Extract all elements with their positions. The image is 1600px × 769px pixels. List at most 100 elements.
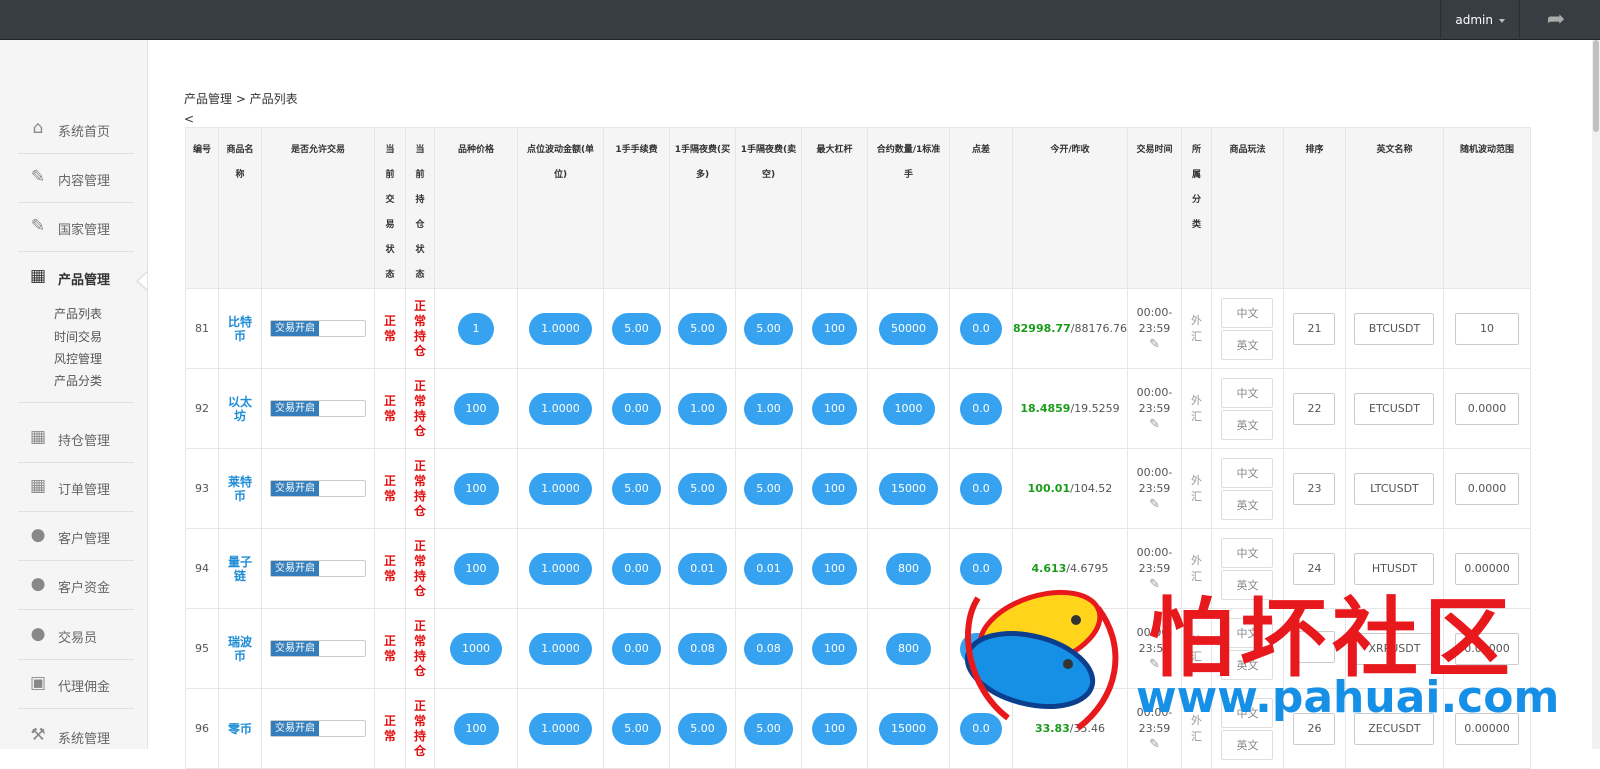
sidebar-item-funds[interactable]: ● 客户资金 [18,561,134,610]
buy-fee-pill[interactable]: 5.00 [678,472,727,505]
qty-pill[interactable]: 15000 [879,712,938,745]
subnav-risk[interactable]: 风控管理 [54,350,102,367]
price-pill[interactable]: 100 [453,472,499,505]
sell-fee-pill[interactable]: 5.00 [744,472,793,505]
move-pill[interactable]: 1.0000 [529,392,592,425]
sidebar-item-home[interactable]: ⌂ 系统首页 [18,105,134,154]
admin-user-menu[interactable]: admin [1440,0,1520,40]
spread-pill[interactable]: 0.0 [960,712,1002,745]
leverage-pill[interactable]: 100 [812,712,857,745]
pencil-icon[interactable]: ✎ [1128,497,1181,512]
product-name-link[interactable]: 比特币 [228,315,252,343]
trade-toggle[interactable]: 交易开启 [270,560,366,577]
fee-pill[interactable]: 0.00 [612,632,661,665]
qty-pill[interactable]: 1000 [882,392,935,425]
move-pill[interactable]: 1.0000 [529,712,592,745]
price-pill[interactable]: 1000 [450,632,502,665]
english-button[interactable]: 英文 [1221,489,1274,520]
price-pill[interactable]: 100 [453,552,499,585]
product-name-link[interactable]: 量子链 [228,555,252,583]
subnav-product-list[interactable]: 产品列表 [54,305,102,322]
subnav-time-trade[interactable]: 时间交易 [54,328,102,345]
english-button[interactable]: 英文 [1221,649,1274,680]
sidebar-item-positions[interactable]: ▦ 持仓管理 [18,414,134,463]
sell-fee-pill[interactable]: 5.00 [744,312,793,345]
range-input[interactable]: 0.00000 [1454,632,1519,665]
range-input[interactable]: 10 [1454,312,1519,345]
leverage-pill[interactable]: 100 [812,392,857,425]
product-name-link[interactable]: 以太坊 [228,395,252,423]
sort-input[interactable]: 23 [1293,472,1336,505]
leverage-pill[interactable]: 100 [812,632,857,665]
pencil-icon[interactable]: ✎ [1128,577,1181,592]
leverage-pill[interactable]: 100 [812,312,857,345]
sort-input[interactable]: 26 [1293,712,1336,745]
buy-fee-pill[interactable]: 5.00 [678,312,727,345]
sell-fee-pill[interactable]: 1.00 [744,392,793,425]
sort-input[interactable]: 21 [1293,312,1336,345]
sidebar-item-customers[interactable]: ● 客户管理 [18,512,134,561]
buy-fee-pill[interactable]: 0.08 [678,632,727,665]
range-input[interactable]: 0.00000 [1454,552,1519,585]
fee-pill[interactable]: 5.00 [612,312,661,345]
english-button[interactable]: 英文 [1221,569,1274,600]
fee-pill[interactable]: 0.00 [612,392,661,425]
sidebar-item-country[interactable]: ✎ 国家管理 [18,203,134,252]
product-name-link[interactable]: 瑞波币 [228,635,252,663]
qty-pill[interactable]: 800 [886,632,931,665]
subnav-category[interactable]: 产品分类 [54,372,102,389]
trade-toggle[interactable]: 交易开启 [270,720,366,737]
en-name-input[interactable]: ZECUSDT [1354,712,1435,745]
trade-toggle[interactable]: 交易开启 [270,400,366,417]
sell-fee-pill[interactable]: 0.08 [744,632,793,665]
buy-fee-pill[interactable]: 5.00 [678,712,727,745]
product-name-link[interactable]: 零币 [228,722,252,736]
range-input[interactable]: 0.0000 [1454,392,1519,425]
english-button[interactable]: 英文 [1221,329,1274,360]
sell-fee-pill[interactable]: 0.01 [744,552,793,585]
english-button[interactable]: 英文 [1221,729,1274,760]
qty-pill[interactable]: 800 [886,552,931,585]
pencil-icon[interactable]: ✎ [1128,657,1181,672]
spread-pill[interactable]: 0.0 [960,552,1002,585]
sidebar-item-products[interactable]: ▦ 产品管理 [18,253,134,302]
move-pill[interactable]: 1.0000 [529,632,592,665]
fee-pill[interactable]: 5.00 [612,472,661,505]
sell-fee-pill[interactable]: 5.00 [744,712,793,745]
leverage-pill[interactable]: 100 [812,552,857,585]
back-link[interactable]: < [184,112,194,126]
spread-pill[interactable]: 0.0 [960,312,1002,345]
english-button[interactable]: 英文 [1221,409,1274,440]
fee-pill[interactable]: 5.00 [612,712,661,745]
pencil-icon[interactable]: ✎ [1128,337,1181,352]
pencil-icon[interactable]: ✎ [1128,417,1181,432]
en-name-input[interactable]: BTCUSDT [1354,312,1435,345]
move-pill[interactable]: 1.0000 [529,472,592,505]
price-pill[interactable]: 100 [453,712,499,745]
chinese-button[interactable]: 中文 [1221,697,1274,728]
buy-fee-pill[interactable]: 0.01 [678,552,727,585]
sidebar-item-traders[interactable]: ● 交易员 [18,611,134,660]
chinese-button[interactable]: 中文 [1221,537,1274,568]
chinese-button[interactable]: 中文 [1221,377,1274,408]
sort-input[interactable]: 22 [1293,392,1336,425]
move-pill[interactable]: 1.0000 [529,312,592,345]
scrollbar-thumb[interactable] [1593,40,1599,132]
qty-pill[interactable]: 50000 [879,312,938,345]
range-input[interactable]: 0.0000 [1454,472,1519,505]
leverage-pill[interactable]: 100 [812,472,857,505]
qty-pill[interactable]: 15000 [879,472,938,505]
sidebar-item-content[interactable]: ✎ 内容管理 [18,154,134,203]
price-pill[interactable]: 1 [458,312,494,345]
sidebar-item-orders[interactable]: ▦ 订单管理 [18,463,134,512]
spread-pill[interactable]: 0.0 [960,392,1002,425]
vertical-scrollbar[interactable] [1592,40,1600,749]
en-name-input[interactable]: LTCUSDT [1354,472,1435,505]
sort-input[interactable]: 24 [1293,552,1336,585]
trade-toggle[interactable]: 交易开启 [270,640,366,657]
sidebar-item-system[interactable]: ⚒ 系统管理 [18,712,134,749]
chinese-button[interactable]: 中文 [1221,457,1274,488]
trade-toggle[interactable]: 交易开启 [270,480,366,497]
share-arrow-icon[interactable]: ➦ [1536,0,1576,40]
pencil-icon[interactable]: ✎ [1128,737,1181,752]
